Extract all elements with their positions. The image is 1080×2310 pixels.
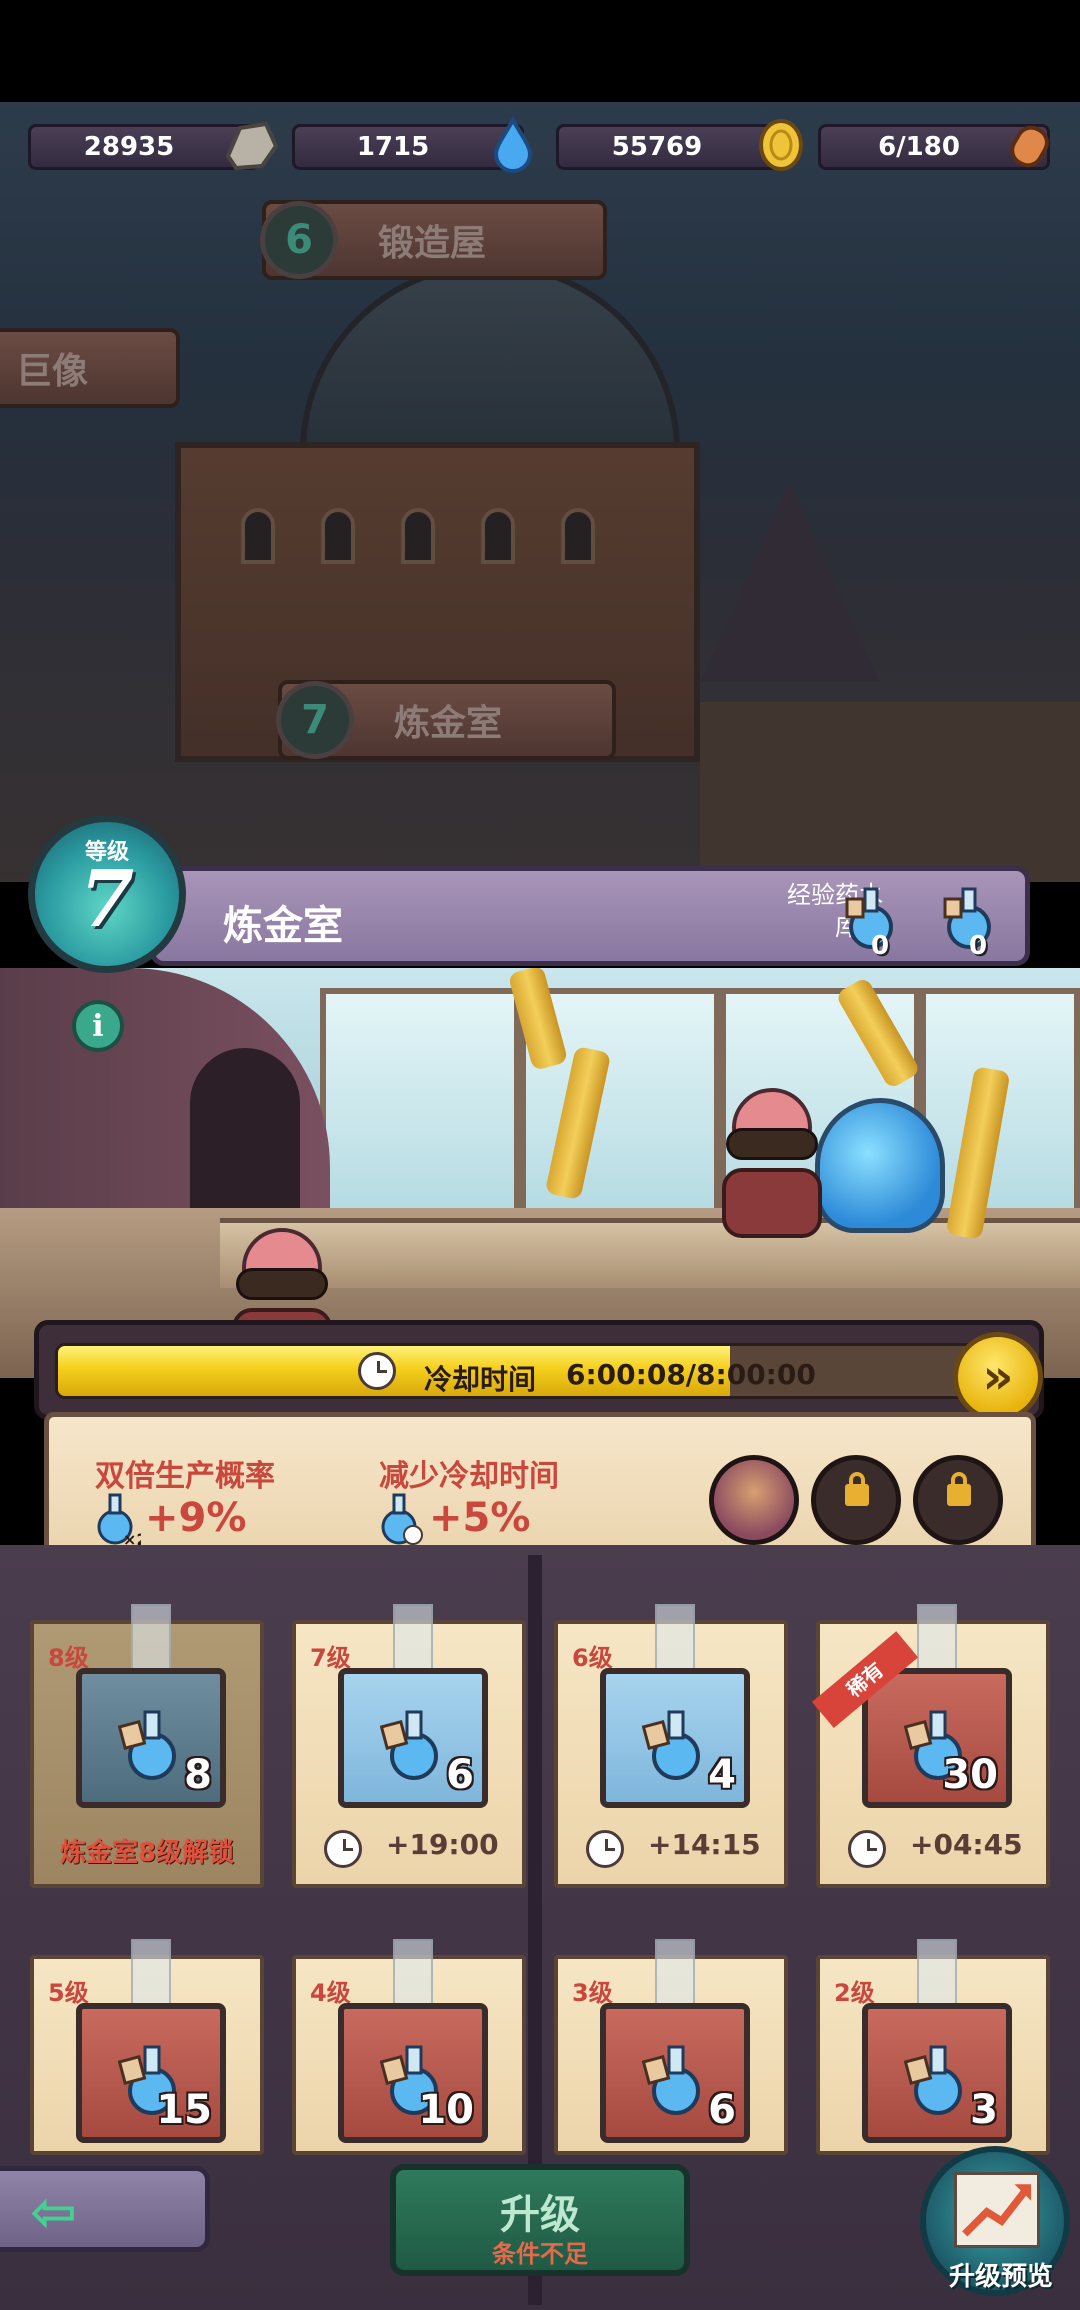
potion-count: 10 xyxy=(418,2087,474,2133)
building-name: 炼金室 xyxy=(223,903,343,949)
tape-decoration xyxy=(393,1939,433,2005)
cooldown-time-bonus: +04:45 xyxy=(910,1828,1023,1861)
potion-recipe-card[interactable]: 5级 15 xyxy=(30,1939,264,2155)
info-button[interactable]: i xyxy=(72,1000,124,1052)
tape-decoration xyxy=(655,1604,695,1670)
clock-icon xyxy=(848,1830,886,1868)
forge-name: 锻造屋 xyxy=(378,223,487,264)
building-title-bar: 炼金室 经验药水 库存 0 0 xyxy=(150,866,1030,966)
forge-level-badge: 6 xyxy=(260,201,338,279)
cooldown-reduction-value: +5% xyxy=(429,1495,531,1541)
upgrade-preview-button[interactable]: 升级预览 xyxy=(920,2146,1070,2296)
cooldown-value: 6:00:08/8:00:00 xyxy=(566,1358,816,1391)
potion-recipe-card[interactable]: 3级 6 xyxy=(554,1939,788,2155)
goblin-worker xyxy=(712,1088,832,1238)
potion-count: 6 xyxy=(708,2087,736,2133)
building-level-badge: 等级 7 xyxy=(28,815,186,973)
status-bar-area xyxy=(0,0,1080,102)
potion-count: 15 xyxy=(156,2087,212,2133)
lab-window xyxy=(320,988,520,1218)
fast-forward-icon: » xyxy=(982,1349,1014,1405)
stone-icon xyxy=(225,121,279,171)
potion-count: 8 xyxy=(184,1752,212,1798)
resource-stone-value: 28935 xyxy=(83,132,175,162)
statue-name: 巨像 xyxy=(16,351,89,392)
locked-hero-slot[interactable] xyxy=(913,1455,1003,1545)
tape-decoration xyxy=(131,1939,171,2005)
tape-decoration xyxy=(917,1604,957,1670)
lab-sign[interactable]: 7 炼金室 xyxy=(276,680,616,760)
lab-interior-scene xyxy=(0,968,1080,1378)
potion-x2-icon: ×2 xyxy=(97,1493,141,1547)
potion-count: 3 xyxy=(970,2087,998,2133)
potion-frame: 30 xyxy=(862,1668,1012,1808)
locked-hero-slot[interactable] xyxy=(811,1455,901,1545)
back-button[interactable]: ⇦ xyxy=(0,2166,210,2252)
potion-icon xyxy=(904,2045,962,2115)
potion-frame: 8 xyxy=(76,1668,226,1808)
potion-recipe-card[interactable]: 30 稀有 +04:45 xyxy=(812,1604,1050,1888)
tape-decoration xyxy=(655,1939,695,2005)
upgrade-button[interactable]: 升级 条件不足 xyxy=(390,2164,690,2276)
potion-icon xyxy=(118,1710,176,1780)
resource-water-value: 1715 xyxy=(356,132,430,162)
potion-recipe-card[interactable]: 2级 3 xyxy=(816,1939,1050,2155)
lab-sign-name: 炼金室 xyxy=(394,703,503,744)
potion-frame: 3 xyxy=(862,2003,1012,2143)
potion-frame: 10 xyxy=(338,2003,488,2143)
potion-frame: 4 xyxy=(600,1668,750,1808)
cooldown-panel: 冷却时间 6:00:08/8:00:00 xyxy=(34,1320,1044,1420)
clock-icon xyxy=(324,1830,362,1868)
clock-icon xyxy=(586,1830,624,1868)
potion-frame: 6 xyxy=(600,2003,750,2143)
resource-coin-value: 55769 xyxy=(611,132,703,162)
level-number: 7 xyxy=(79,854,135,945)
tape-decoration xyxy=(131,1604,171,1670)
bread-icon xyxy=(1010,125,1049,168)
exp-potion-count: 0 xyxy=(969,931,988,961)
unlock-requirement: 炼金室8级解锁 xyxy=(59,1838,235,1868)
tape-decoration xyxy=(393,1604,433,1670)
statue-sign[interactable]: 巨像 xyxy=(0,328,180,408)
upgrade-preview-label: 升级预览 xyxy=(948,2262,1053,2292)
potion-icon xyxy=(642,1710,700,1780)
coin-icon xyxy=(759,119,803,171)
potion-icon xyxy=(380,1710,438,1780)
cooldown-time-bonus: +19:00 xyxy=(386,1828,499,1861)
potion-recipe-card[interactable]: 6级 4 +14:15 xyxy=(554,1604,788,1888)
potion-recipe-card[interactable]: 7级 6 +19:00 xyxy=(292,1604,526,1888)
cooldown-label: 冷却时间 xyxy=(424,1363,537,1396)
clock-icon xyxy=(358,1352,396,1390)
exp-potion-count: 0 xyxy=(871,931,890,961)
water-drop-icon xyxy=(493,116,533,173)
potion-recipe-card[interactable]: 8级 8 炼金室8级解锁 xyxy=(30,1604,264,1888)
lock-icon xyxy=(845,1472,869,1506)
potion-frame: 15 xyxy=(76,2003,226,2143)
potion-clock-icon xyxy=(381,1493,423,1545)
tape-decoration xyxy=(917,1939,957,2005)
potion-recipe-card[interactable]: 4级 10 xyxy=(292,1939,526,2155)
lab-level-badge: 7 xyxy=(276,681,354,759)
potion-frame: 6 xyxy=(338,1668,488,1808)
potion-flask xyxy=(815,1098,945,1233)
trend-chart-icon xyxy=(954,2172,1040,2248)
upgrade-label: 升级 xyxy=(500,2192,580,2238)
potion-count: 30 xyxy=(942,1752,998,1798)
potion-count: 4 xyxy=(708,1752,736,1798)
resource-bread-value: 6/180 xyxy=(878,132,960,162)
hero-slot-avatar[interactable] xyxy=(709,1455,799,1545)
potion-count: 6 xyxy=(446,1752,474,1798)
speed-up-button[interactable]: » xyxy=(953,1332,1043,1422)
upgrade-condition-text: 条件不足 xyxy=(492,2240,588,2268)
back-arrow-icon: ⇦ xyxy=(30,2180,77,2245)
info-icon: i xyxy=(92,1008,104,1044)
forge-sign[interactable]: 6 锻造屋 xyxy=(260,200,607,280)
lock-icon xyxy=(947,1472,971,1506)
double-production-value: +9% xyxy=(145,1495,247,1541)
cooldown-time-bonus: +14:15 xyxy=(648,1828,761,1861)
potion-icon xyxy=(642,2045,700,2115)
cooldown-progress-bar: 冷却时间 6:00:08/8:00:00 xyxy=(55,1343,995,1399)
